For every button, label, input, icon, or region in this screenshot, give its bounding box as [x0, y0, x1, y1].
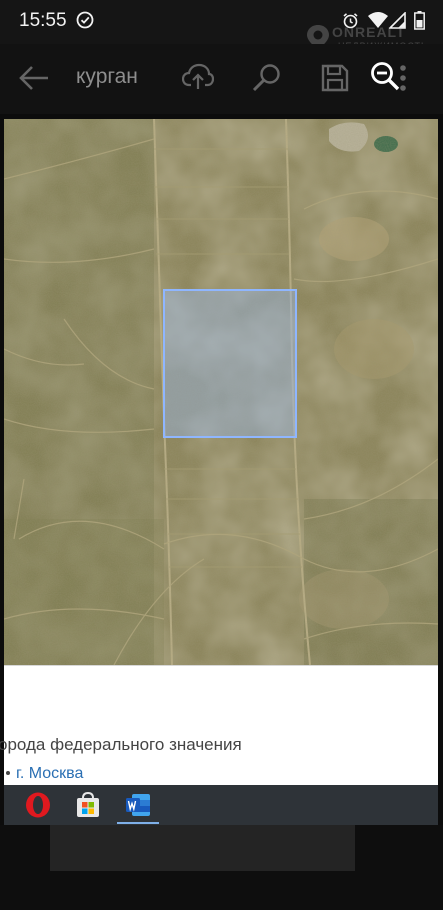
back-arrow-icon[interactable] — [18, 64, 50, 97]
status-bar: 15:55 ONREALT НЕДВИЖИМОСТЬ — [0, 0, 443, 51]
save-icon[interactable] — [320, 63, 350, 98]
check-circle-icon — [76, 11, 94, 34]
zoom-out-icon[interactable] — [370, 61, 400, 96]
watermark-logo: ONREALT — [332, 24, 406, 40]
search-icon[interactable] — [252, 63, 282, 98]
background-window-preview — [50, 825, 355, 871]
moscow-link[interactable]: г. Москва — [16, 765, 83, 783]
status-time: 15:55 — [19, 10, 67, 31]
satellite-map[interactable] — [4, 119, 438, 665]
word-icon[interactable] — [124, 791, 152, 819]
cloud-upload-icon[interactable] — [181, 63, 215, 96]
panel-heading: орода федерального значения — [0, 735, 242, 754]
active-app-indicator — [117, 822, 159, 824]
document-panel: орода федерального значения г. Москва — [0, 665, 438, 786]
app-toolbar: курган — [0, 44, 443, 114]
taskbar — [4, 785, 438, 825]
opera-icon[interactable] — [24, 791, 52, 819]
parcel-highlight[interactable] — [163, 289, 297, 438]
toolbar-title: курган — [76, 65, 138, 88]
microsoft-store-icon[interactable] — [74, 791, 102, 819]
bullet — [6, 771, 10, 775]
more-vertical-icon[interactable] — [399, 64, 407, 97]
